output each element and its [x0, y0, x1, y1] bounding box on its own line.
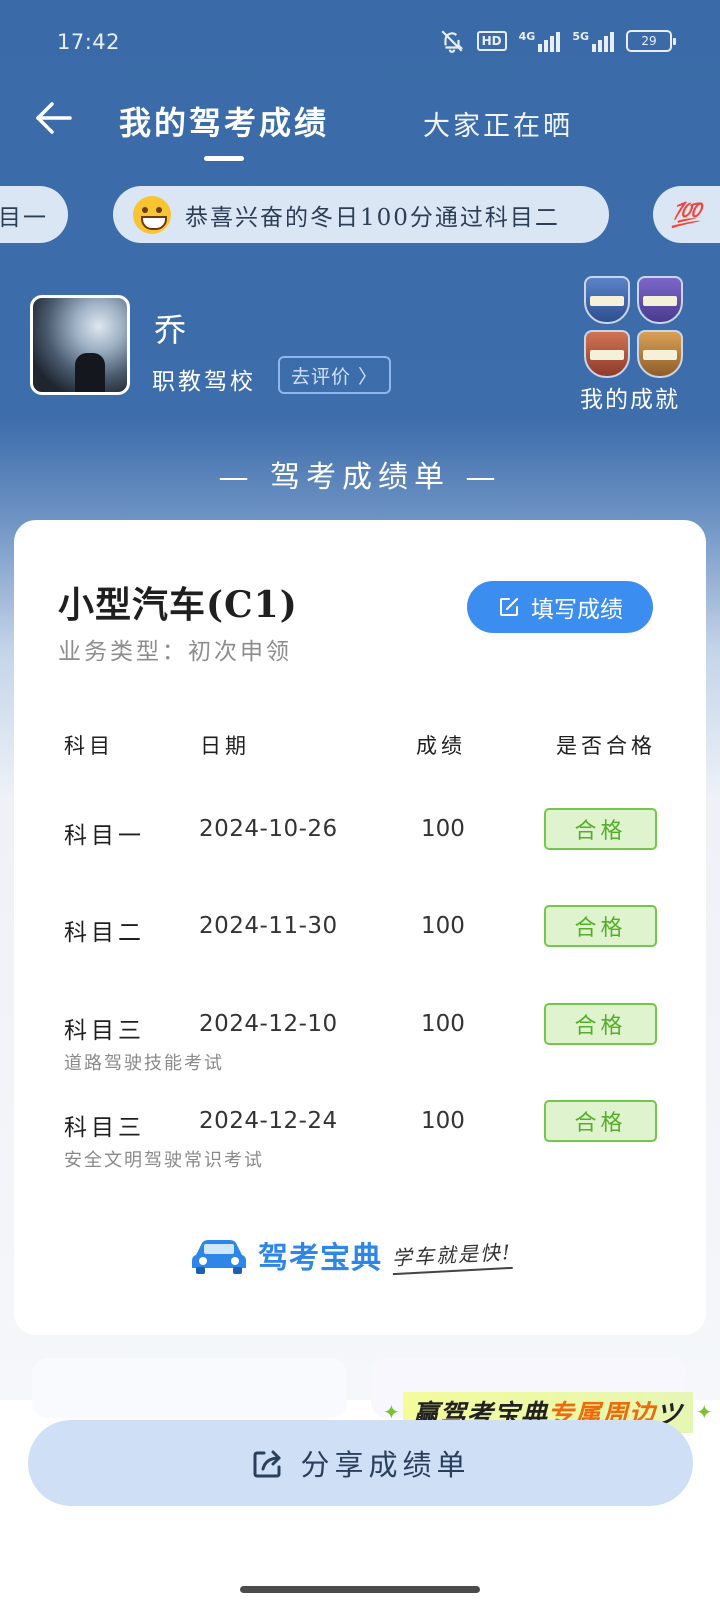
driving-school: 职教驾校 — [152, 369, 256, 395]
signal-4g-icon: 4G — [519, 30, 561, 52]
share-score-sheet-button[interactable]: 分享成绩单 — [28, 1420, 693, 1506]
edit-icon — [500, 598, 518, 616]
achievement-badges[interactable] — [582, 276, 692, 386]
score-card: 小型汽车(C1) 业务类型：初次申领 填写成绩 科目 日期 成绩 是否合格 科目… — [14, 520, 706, 1335]
user-name: 乔 — [154, 311, 187, 349]
table-row: 科目三 2024-12-10 100 合格 道路驾驶技能考试 — [14, 1003, 706, 1074]
header-subject: 科目 — [64, 734, 114, 758]
hundred-points-icon: 💯 — [671, 200, 703, 229]
row-date: 2024-11-30 — [199, 913, 338, 939]
review-button[interactable]: 去评价 〉 — [278, 356, 391, 394]
row-subject: 科目三 — [64, 1115, 145, 1141]
pass-badge: 合格 — [544, 808, 657, 850]
row-subject: 科目一 — [64, 823, 145, 849]
pass-badge: 合格 — [544, 905, 657, 947]
badge-icon — [637, 330, 683, 378]
header-passed: 是否合格 — [556, 734, 656, 758]
brand-slogan: 学车就是快! — [391, 1235, 513, 1275]
signal-5g-icon: 5G — [572, 30, 614, 52]
share-ticker: 目一 恭喜兴奋的冬日100分通过科目二 💯 — [0, 186, 720, 244]
header-score: 成绩 — [416, 734, 466, 758]
tab-everyone-sharing[interactable]: 大家正在晒 — [423, 104, 573, 143]
row-subtitle: 安全文明驾驶常识考试 — [64, 1150, 264, 1171]
profile-section: 乔 职教驾校 去评价 〉 我的成就 — [0, 276, 720, 430]
fill-score-button[interactable]: 填写成绩 — [467, 581, 653, 633]
header-date: 日期 — [200, 734, 250, 758]
active-tab-indicator — [204, 156, 244, 161]
ticker-item[interactable]: 💯 — [653, 186, 720, 243]
row-date: 2024-12-24 — [199, 1108, 338, 1134]
back-arrow-icon[interactable] — [32, 96, 76, 140]
badge-icon — [584, 330, 630, 378]
brand-name: 驾考宝典 — [258, 1241, 382, 1276]
row-subject: 科目二 — [64, 920, 145, 946]
score-sheet-title: — 驾考成绩单 — — [218, 460, 502, 495]
row-score: 100 — [421, 1011, 465, 1037]
business-type: 业务类型：初次申领 — [58, 639, 292, 665]
table-header: 科目 日期 成绩 是否合格 — [14, 730, 706, 770]
tab-my-scores[interactable]: 我的驾考成绩 — [119, 98, 329, 144]
achievements-label[interactable]: 我的成就 — [580, 380, 680, 414]
row-score: 100 — [421, 913, 465, 939]
status-time: 17:42 — [57, 30, 121, 54]
brand-logo: 驾考宝典 学车就是快! — [190, 1230, 513, 1280]
pass-badge: 合格 — [544, 1100, 657, 1142]
row-score: 100 — [421, 1108, 465, 1134]
ticker-text: 恭喜兴奋的冬日100分通过科目二 — [185, 204, 560, 231]
table-row: 科目三 2024-12-24 100 合格 安全文明驾驶常识考试 — [14, 1100, 706, 1171]
table-row: 科目一 2024-10-26 100 合格 — [14, 808, 706, 868]
row-date: 2024-12-10 — [199, 1011, 338, 1037]
sparkle-icon: ✦ — [695, 1400, 713, 1424]
promo-card-left[interactable] — [32, 1358, 347, 1418]
car-type: 小型汽车(C1) — [58, 584, 298, 626]
status-bar: 17:42 HD 4G 5G 29 — [0, 0, 720, 84]
row-subject: 科目三 — [64, 1018, 145, 1044]
row-subtitle: 道路驾驶技能考试 — [64, 1053, 224, 1074]
home-indicator[interactable] — [240, 1586, 480, 1593]
top-nav: 我的驾考成绩 大家正在晒 — [0, 84, 720, 164]
table-row: 科目二 2024-11-30 100 合格 — [14, 905, 706, 965]
hd-voice-icon: HD — [476, 31, 507, 51]
badge-icon — [584, 276, 630, 324]
battery-icon: 29 — [626, 30, 676, 52]
pass-badge: 合格 — [544, 1003, 657, 1045]
ticker-item[interactable]: 恭喜兴奋的冬日100分通过科目二 — [113, 186, 609, 243]
share-icon — [253, 1450, 281, 1478]
ticker-item[interactable]: 目一 — [0, 186, 68, 243]
status-icons: HD 4G 5G 29 — [439, 28, 676, 54]
row-score: 100 — [421, 816, 465, 842]
mute-bell-icon — [439, 28, 465, 54]
car-logo-icon — [190, 1235, 248, 1275]
badge-icon — [637, 276, 683, 324]
row-date: 2024-10-26 — [199, 816, 338, 842]
grinning-face-icon — [133, 195, 171, 234]
avatar[interactable] — [30, 295, 130, 395]
